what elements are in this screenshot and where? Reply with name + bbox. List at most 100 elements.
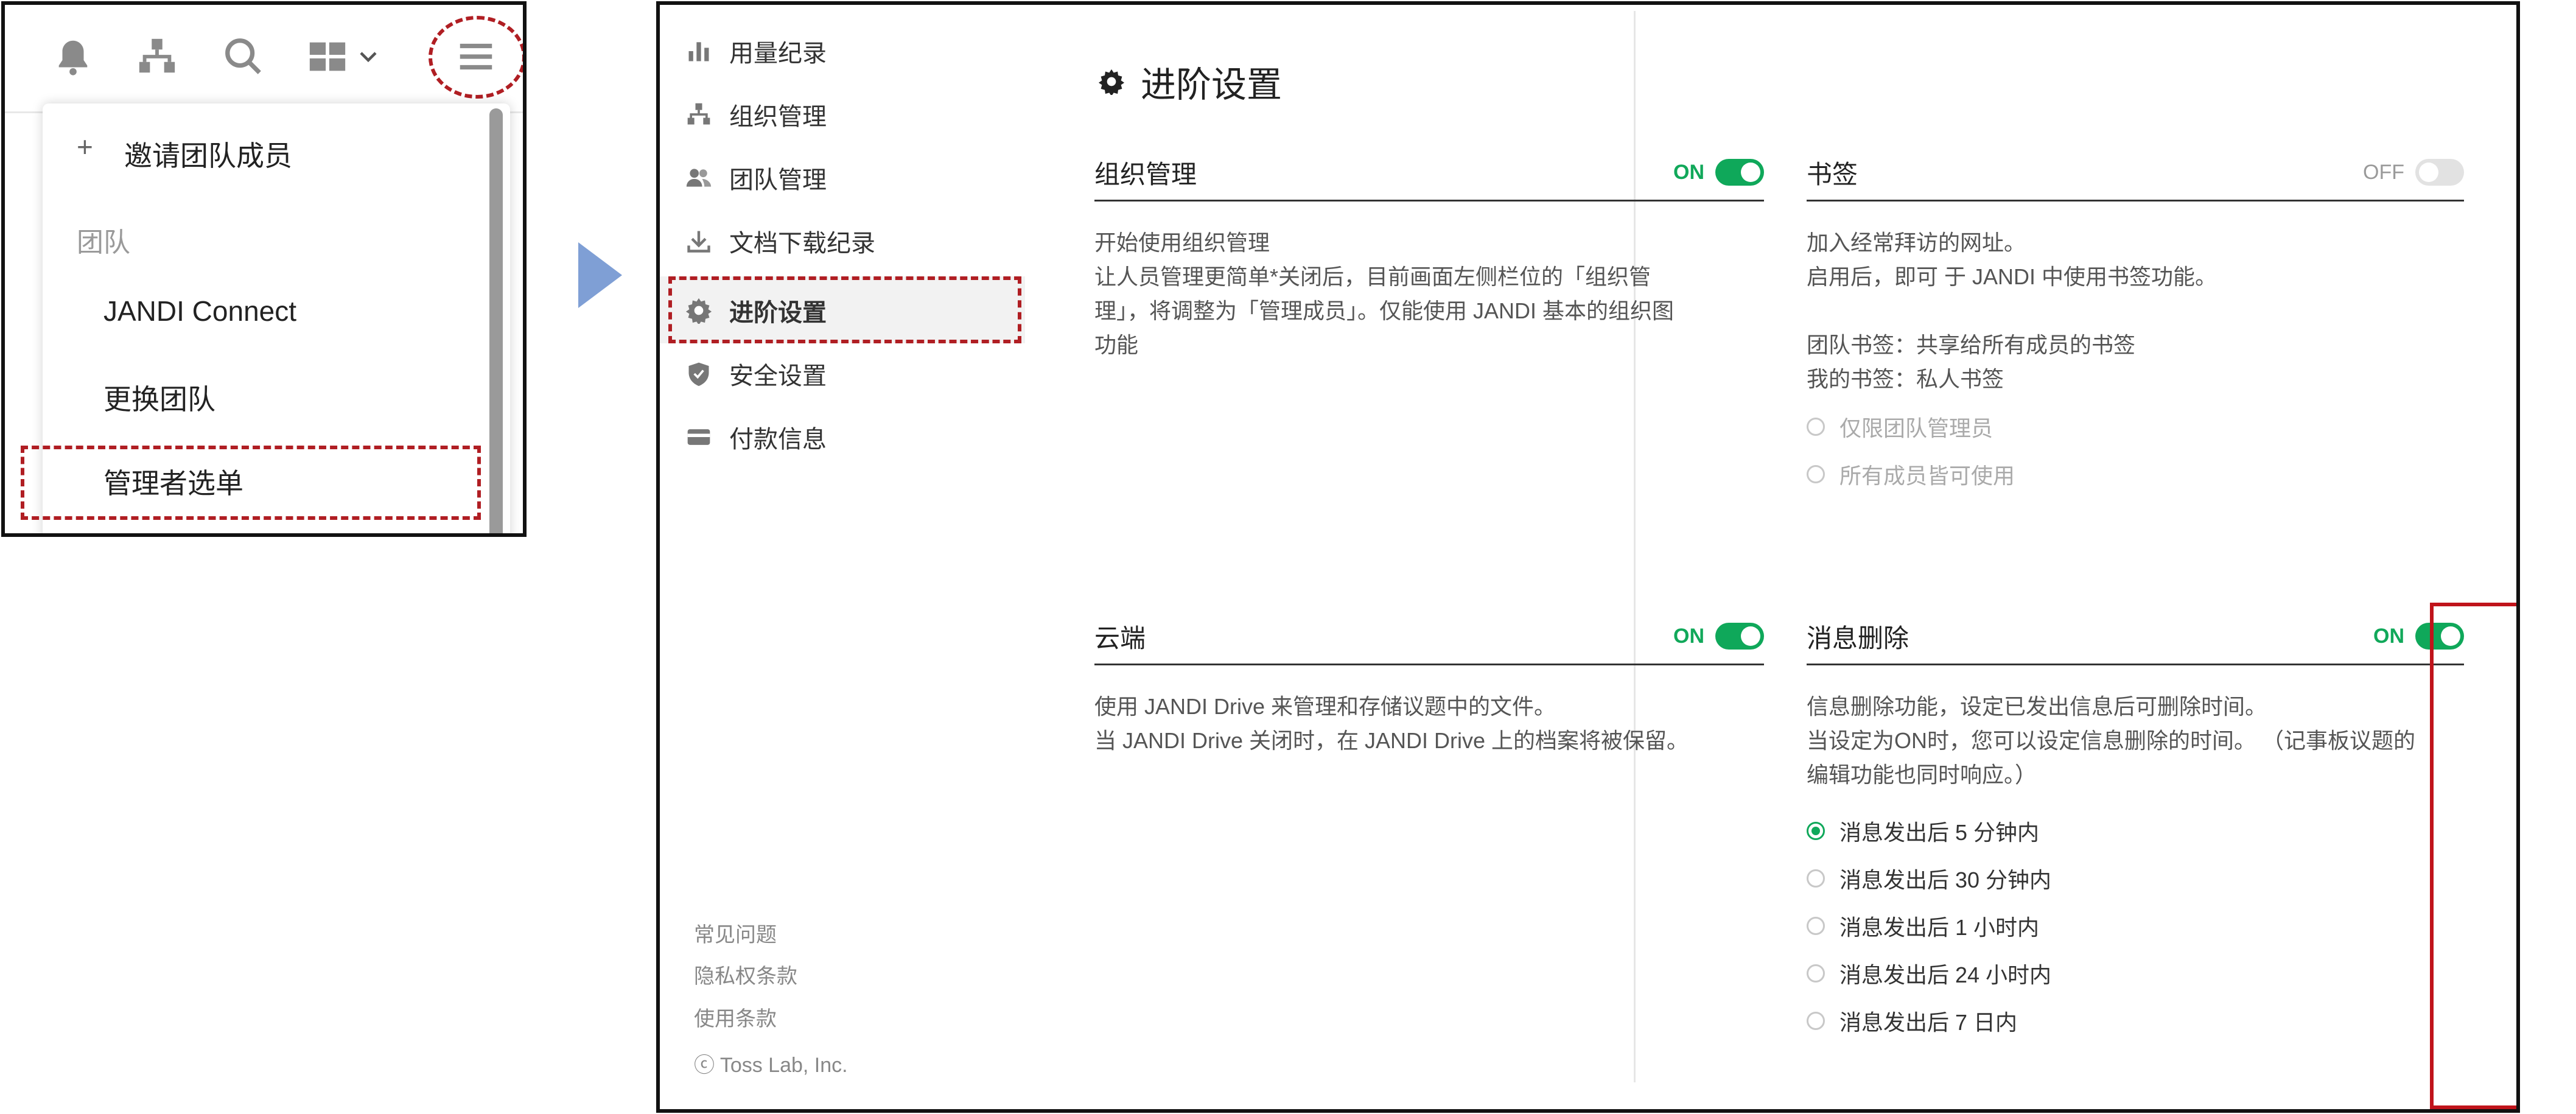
menu-item-jandi-connect[interactable]: JANDI Connect [103,295,296,328]
desc-line: 启用后，即可 于 JANDI 中使用书签功能。 [1807,264,2217,289]
search-icon[interactable] [219,29,268,84]
sidebar-item-label: 组织管理 [729,103,827,130]
sidebar-item-team[interactable]: 团队管理 [685,147,827,208]
menu-screenshot-panel: + 邀请团队成员 团队 JANDI Connect 更换团队 管理者选单 [1,1,527,537]
sidebar-item-usage[interactable]: 用量纪录 [685,21,827,82]
sidebar-item-label: 用量纪录 [729,40,827,67]
radio-label: 消息发出后 1 小时内 [1839,915,2040,940]
radio-label: 消息发出后 5 分钟内 [1839,820,2040,845]
org-toggle[interactable]: ON [1673,159,1764,186]
sidebar-item-billing[interactable]: 付款信息 [685,407,827,468]
menu-item-change-team[interactable]: 更换团队 [103,377,215,418]
desc-spacer [1807,294,2464,328]
page-title-text: 进阶设置 [1141,65,1283,105]
menu-section-team: 团队 [77,228,130,257]
desc-line: 开始使用组织管理 [1094,230,1270,255]
section-description: 使用 JANDI Drive 来管理和存储议题中的文件。 当 JANDI Dri… [1094,690,1764,758]
section-header: 书签 OFF [1807,145,2464,201]
chevron-down-icon[interactable] [353,29,383,84]
toggle-state-label: ON [1673,624,1704,648]
sidebar-item-label: 团队管理 [729,167,827,194]
plus-icon: + [77,131,93,163]
org-chart-icon[interactable] [133,29,181,84]
apps-grid-icon[interactable] [303,29,352,84]
bookmark-toggle[interactable]: OFF [2363,159,2464,186]
sidebar-item-security[interactable]: 安全设置 [685,343,827,404]
radio-option[interactable]: 消息发出后 24 小时内 [1807,956,2464,990]
radio-label: 消息发出后 7 日内 [1839,1010,2018,1035]
desc-line: 理」，将调整为「管理成员」。仅能使用 JANDI 基本的组织图 [1094,298,1675,323]
gear-icon [1098,69,1125,95]
radio-button[interactable] [1807,869,1825,888]
shield-icon [685,360,712,387]
radio-button[interactable] [1807,917,1825,935]
radio-option[interactable]: 消息发出后 1 小时内 [1807,909,2464,943]
section-bookmark: 书签 OFF 加入经常拜访的网址。 启用后，即可 于 JANDI 中使用书签功能… [1807,145,2464,491]
section-header: 消息删除 ON [1807,609,2464,665]
bell-icon[interactable] [49,29,97,84]
toggle-state-label: OFF [2363,160,2404,184]
people-icon [685,164,712,191]
section-title: 云端 [1094,623,1146,653]
card-icon [685,424,712,450]
section-header: 组织管理 ON [1094,145,1764,201]
desc-line: 使用 JANDI Drive 来管理和存储议题中的文件。 [1094,694,1556,719]
section-description: 加入经常拜访的网址。 启用后，即可 于 JANDI 中使用书签功能。 团队书签：… [1807,226,2464,396]
radio-option[interactable]: 仅限团队管理员 [1807,410,2464,444]
section-description: 信息删除功能，设定已发出信息后可删除时间。 当设定为ON时，您可以设定信息删除的… [1807,690,2464,792]
message-deletion-highlight [2430,603,2516,1109]
radio-label: 消息发出后 30 分钟内 [1839,867,2052,892]
desc-line: 当 JANDI Drive 关闭时，在 JANDI Drive 上的档案将被保留… [1094,728,1689,753]
radio-label: 所有成员皆可使用 [1839,463,2015,488]
sidebar-item-label: 文档下载纪录 [729,230,875,257]
hamburger-highlight-circle [429,16,523,99]
section-header: 云端 ON [1094,609,1764,665]
footer-link-terms[interactable]: 使用条款 [694,1002,777,1032]
org-chart-icon [685,101,712,128]
sidebar-item-org[interactable]: 组织管理 [685,84,827,145]
radio-option[interactable]: 消息发出后 30 分钟内 [1807,861,2464,895]
menu-item-invite[interactable]: 邀请团队成员 [124,134,292,174]
radio-option[interactable]: 消息发出后 7 日内 [1807,1004,2464,1038]
desc-line: 编辑功能也同时响应。） [1807,762,2037,787]
sidebar-item-download-log[interactable]: 文档下载纪录 [685,211,875,271]
desc-line: 当设定为ON时，您可以设定信息删除的时间。 （记事板议题的 [1807,728,2416,753]
radio-button[interactable] [1807,964,1825,983]
radio-label: 仅限团队管理员 [1839,416,1993,441]
sidebar-advanced-highlight [668,276,1021,343]
radio-button[interactable] [1807,418,1825,436]
admin-menu-highlight [21,446,481,520]
radio-button[interactable] [1807,465,1825,483]
toggle-switch[interactable] [1715,159,1764,186]
toggle-switch[interactable] [1715,623,1764,650]
toggle-state-label: ON [1673,160,1704,184]
download-icon [685,228,712,254]
desc-line: 团队书签：共享给所有成员的书签 [1807,332,2136,357]
footer-link-privacy[interactable]: 隐私权条款 [694,959,797,989]
section-title: 组织管理 [1094,159,1197,189]
section-title: 消息删除 [1807,623,1909,653]
menu-scrollbar[interactable] [489,108,503,533]
toggle-switch[interactable] [2415,159,2464,186]
radio-button[interactable] [1807,1012,1825,1030]
settings-screenshot-panel: 用量纪录 组织管理 团队管理 文档下载纪录 进阶设置 安全设置 付款信息 常见问… [656,1,2520,1113]
section-org-management: 组织管理 ON 开始使用组织管理 让人员管理更简单*关闭后，目前画面左侧栏位的「… [1094,145,1764,362]
footer-link-faq[interactable]: 常见问题 [694,918,777,948]
radio-option-selected[interactable]: 消息发出后 5 分钟内 [1807,814,2464,848]
desc-line: 信息删除功能，设定已发出信息后可删除时间。 [1807,694,2267,719]
page-title: 进阶设置 [1098,56,1282,107]
section-title: 书签 [1807,159,1858,189]
desc-line: 加入经常拜访的网址。 [1807,230,2026,255]
radio-button-checked[interactable] [1807,822,1825,840]
radio-option[interactable]: 所有成员皆可使用 [1807,457,2464,491]
desc-line: 功能 [1094,332,1139,357]
section-description: 开始使用组织管理 让人员管理更简单*关闭后，目前画面左侧栏位的「组织管 理」，将… [1094,226,1764,362]
section-message-deletion: 消息删除 ON 信息删除功能，设定已发出信息后可删除时间。 当设定为ON时，您可… [1807,609,2464,1038]
toggle-state-label: ON [2373,624,2404,648]
cloud-toggle[interactable]: ON [1673,623,1764,650]
bar-chart-icon [685,38,712,65]
sidebar-item-label: 付款信息 [729,426,827,453]
copyright-text: ⓒ Toss Lab, Inc. [694,1054,848,1077]
desc-line: 我的书签：私人书签 [1807,366,2004,391]
sidebar-item-label: 安全设置 [729,363,827,390]
